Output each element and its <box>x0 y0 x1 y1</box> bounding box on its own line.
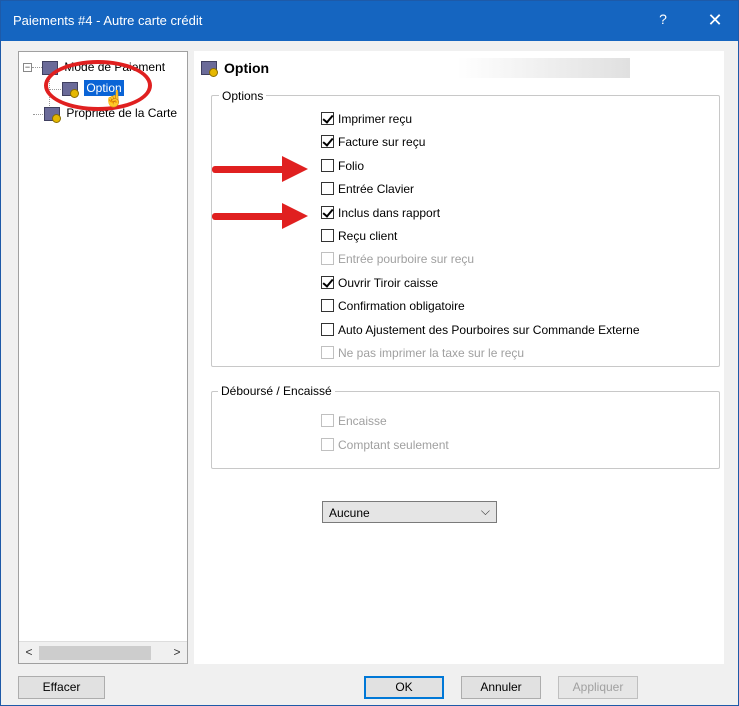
checkbox-label: Imprimer reçu <box>338 112 413 126</box>
checkbox-label: Reçu client <box>338 229 398 243</box>
option-checkbox-row[interactable]: Ouvrir Tiroir caisse <box>321 275 439 294</box>
scroll-thumb[interactable] <box>39 646 151 660</box>
options-group-legend: Options <box>219 89 267 103</box>
option-checkbox-row[interactable]: Imprimer reçu <box>321 112 412 130</box>
checkbox-unchecked[interactable] <box>321 158 334 172</box>
option-checkbox-row[interactable]: Folio <box>321 158 365 177</box>
dropdown-value: Aucune <box>329 506 370 520</box>
scroll-right-icon[interactable]: > <box>169 645 185 659</box>
checkbox-unchecked[interactable] <box>321 182 334 196</box>
checkbox-label: Confirmation obligatoire <box>338 299 465 314</box>
window-title: Paiements #4 - Autre carte crédit <box>13 13 203 28</box>
debourse-group-legend: Déboursé / Encaissé <box>218 384 335 398</box>
checkbox-unchecked <box>321 346 334 359</box>
page-title: Option <box>224 60 270 76</box>
checkbox-unchecked <box>321 252 334 266</box>
tree-connector <box>32 67 42 68</box>
checkbox-checked[interactable] <box>321 112 334 125</box>
checkbox-checked[interactable] <box>321 135 334 149</box>
option-checkbox-row: Ne pas imprimer la taxe sur le reçu <box>321 346 524 364</box>
annotation-ellipse <box>44 60 152 111</box>
dialog-window: Paiements #4 - Autre carte crédit ? ✕ − … <box>0 0 739 706</box>
option-checkbox-row[interactable]: Entrée Clavier <box>321 182 414 200</box>
checkbox-label: Ouvrir Tiroir caisse <box>338 275 439 290</box>
checkbox-label: Entrée pourboire sur reçu <box>338 252 475 267</box>
option-checkbox-row: Entrée pourboire sur reçu <box>321 252 474 270</box>
option-checkbox-row[interactable]: Reçu client <box>321 229 397 247</box>
page-header: Option <box>198 58 630 78</box>
collapse-expander-icon[interactable]: − <box>23 63 32 72</box>
tree-horizontal-scrollbar[interactable]: < > <box>19 641 187 663</box>
option-dropdown[interactable]: Aucune ⌵ <box>322 501 497 523</box>
option-checkbox-row: Encaisse <box>321 414 387 432</box>
checkbox-label: Auto Ajustement des Pourboires sur Comma… <box>338 322 640 337</box>
help-button[interactable]: ? <box>653 11 673 27</box>
settings-page-icon <box>44 106 61 123</box>
apply-button[interactable]: Appliquer <box>558 676 638 699</box>
option-checkbox-row[interactable]: Facture sur reçu <box>321 135 425 153</box>
checkbox-checked[interactable] <box>321 275 334 289</box>
checkbox-label: Ne pas imprimer la taxe sur le reçu <box>338 346 525 360</box>
checkbox-label: Inclus dans rapport <box>338 205 441 220</box>
option-checkbox-row[interactable]: Auto Ajustement des Pourboires sur Comma… <box>321 322 640 341</box>
cancel-button[interactable]: Annuler <box>461 676 541 699</box>
settings-page-icon <box>201 61 218 77</box>
checkbox-unchecked <box>321 414 334 427</box>
checkbox-label: Entrée Clavier <box>338 182 415 197</box>
option-checkbox-row[interactable]: Confirmation obligatoire <box>321 299 465 317</box>
checkbox-unchecked[interactable] <box>321 299 334 313</box>
checkbox-label: Comptant seulement <box>338 438 449 452</box>
checkbox-label: Encaisse <box>338 414 387 428</box>
checkbox-unchecked <box>321 438 334 451</box>
checkbox-unchecked[interactable] <box>321 322 334 336</box>
ok-button[interactable]: OK <box>364 676 444 699</box>
debourse-group <box>211 391 720 469</box>
navigation-tree[interactable]: − Mode de Paiement Option Propriété de l… <box>18 51 188 664</box>
checkbox-label: Folio <box>338 158 365 173</box>
option-checkbox-row[interactable]: Inclus dans rapport <box>321 205 441 224</box>
chevron-down-icon: ⌵ <box>480 504 490 518</box>
close-button[interactable]: ✕ <box>701 7 729 33</box>
checkbox-label: Facture sur reçu <box>338 135 426 150</box>
checkbox-unchecked[interactable] <box>321 229 334 242</box>
option-checkbox-row: Comptant seulement <box>321 438 449 456</box>
title-bar: Paiements #4 - Autre carte crédit ? ✕ <box>1 1 738 41</box>
scroll-left-icon[interactable]: < <box>21 645 37 659</box>
checkbox-checked[interactable] <box>321 205 334 219</box>
hand-cursor-icon: ☝ <box>104 91 124 108</box>
clear-button[interactable]: Effacer <box>18 676 105 699</box>
